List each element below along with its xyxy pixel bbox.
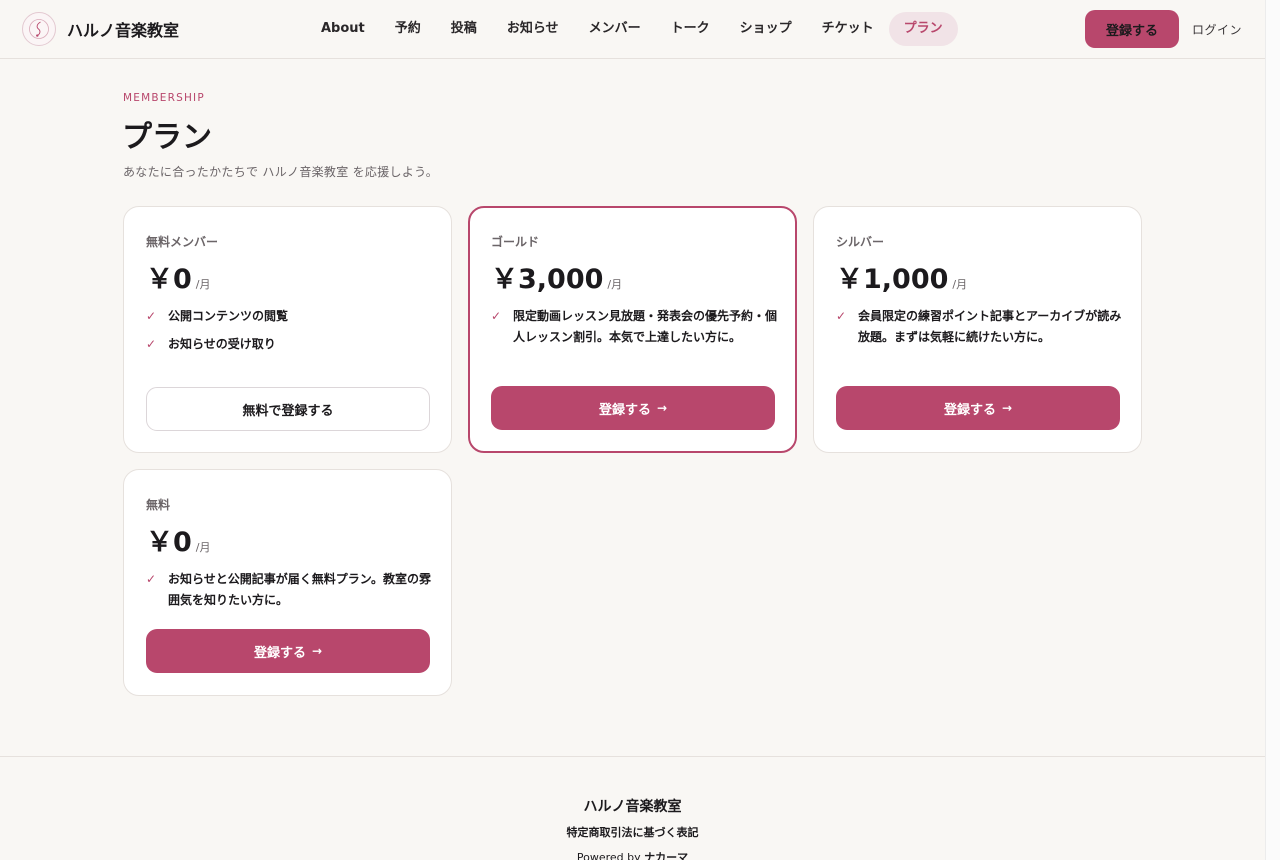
plan-price: ￥3,000 /月 (491, 257, 622, 296)
main-nav: About 予約 投稿 お知らせ メンバー トーク ショップ チケット プラン (306, 12, 958, 46)
plan-register-button[interactable]: 登録する → (146, 629, 430, 673)
nav-item-tickets[interactable]: チケット (807, 12, 889, 46)
brand-name: ハルノ音楽教室 (67, 21, 180, 40)
feature-item: ✓ 公開コンテンツの閲覧 (146, 306, 432, 327)
site-header: ハルノ音楽教室 About 予約 投稿 お知らせ メンバー トーク ショップ チ… (0, 0, 1265, 59)
page-title: プラン (122, 120, 212, 155)
plan-price: ￥0 /月 (146, 520, 211, 559)
plan-name: 無料 (146, 498, 171, 512)
price-amount: ￥1,000 (836, 264, 949, 295)
plan-register-button[interactable]: 無料で登録する (146, 387, 430, 431)
plan-register-button[interactable]: 登録する → (836, 386, 1120, 430)
feature-item: ✓ 限定動画レッスン見放題・発表会の優先予約・個人レッスン割引。本気で上達したい… (491, 306, 777, 348)
plan-price: ￥1,000 /月 (836, 257, 967, 296)
powered-by-brand[interactable]: ナカーマ (644, 851, 688, 860)
plan-card-gold: ゴールド ￥3,000 /月 ✓ 限定動画レッスン見放題・発表会の優先予約・個人… (468, 206, 797, 453)
brand[interactable]: ハルノ音楽教室 (22, 12, 179, 46)
feature-list: ✓ 限定動画レッスン見放題・発表会の優先予約・個人レッスン割引。本気で上達したい… (491, 306, 777, 355)
price-amount: ￥3,000 (491, 264, 604, 295)
legal-notice-link[interactable]: 特定商取引法に基づく表記 (0, 824, 1265, 840)
feature-text: お知らせと公開記事が届く無料プラン。教室の雰囲気を知りたい方に。 (168, 572, 432, 607)
feature-text: 会員限定の練習ポイント記事とアーカイブが読み放題。まずは気軽に続けたい方に。 (858, 309, 1122, 344)
arrow-right-icon: → (656, 401, 668, 415)
feature-list: ✓ 公開コンテンツの閲覧 ✓ お知らせの受け取り (146, 306, 432, 362)
feature-item: ✓ 会員限定の練習ポイント記事とアーカイブが読み放題。まずは気軽に続けたい方に。 (836, 306, 1122, 348)
nav-item-plans[interactable]: プラン (888, 12, 958, 46)
powered-by: Powered by ナカーマ (0, 849, 1265, 860)
site-footer: ハルノ音楽教室 特定商取引法に基づく表記 Powered by ナカーマ (0, 756, 1265, 860)
check-icon: ✓ (146, 572, 157, 586)
plan-card-free: 無料 ￥0 /月 ✓ お知らせと公開記事が届く無料プラン。教室の雰囲気を知りたい… (123, 469, 452, 696)
price-unit: /月 (195, 541, 211, 554)
feature-item: ✓ お知らせと公開記事が届く無料プラン。教室の雰囲気を知りたい方に。 (146, 569, 432, 611)
login-link[interactable]: ログイン (1192, 21, 1242, 38)
plan-register-button[interactable]: 登録する → (491, 386, 775, 430)
feature-text: 公開コンテンツの閲覧 (168, 309, 289, 323)
cta-label: 登録する (253, 645, 306, 661)
cta-label: 無料で登録する (242, 403, 334, 419)
arrow-right-icon: → (311, 644, 323, 658)
cta-label: 登録する (943, 402, 996, 418)
check-icon: ✓ (491, 309, 502, 323)
section-eyebrow: MEMBERSHIP (123, 92, 205, 104)
check-icon: ✓ (836, 309, 847, 323)
nav-item-news[interactable]: お知らせ (492, 12, 574, 46)
feature-item: ✓ お知らせの受け取り (146, 334, 432, 355)
price-unit: /月 (195, 278, 211, 291)
nav-item-talk[interactable]: トーク (656, 12, 725, 46)
page-scrollbar[interactable] (1265, 0, 1280, 860)
nav-item-members[interactable]: メンバー (574, 12, 656, 46)
check-icon: ✓ (146, 309, 157, 323)
price-unit: /月 (607, 278, 623, 291)
logo-icon (22, 12, 56, 46)
plan-card-silver: シルバー ￥1,000 /月 ✓ 会員限定の練習ポイント記事とアーカイブが読み放… (813, 206, 1142, 453)
nav-item-reservation[interactable]: 予約 (380, 12, 436, 46)
price-amount: ￥0 (146, 264, 192, 295)
page-subtitle: あなたに合ったかたちで ハルノ音楽教室 を応援しよう。 (123, 165, 439, 179)
nav-item-about[interactable]: About (306, 12, 380, 46)
price-amount: ￥0 (146, 527, 192, 558)
register-button[interactable]: 登録する (1085, 10, 1179, 48)
plan-name: 無料メンバー (146, 235, 219, 249)
plan-name: ゴールド (491, 235, 540, 249)
check-icon: ✓ (146, 337, 157, 351)
nav-item-posts[interactable]: 投稿 (436, 12, 492, 46)
feature-text: お知らせの受け取り (168, 337, 276, 351)
price-unit: /月 (952, 278, 968, 291)
arrow-right-icon: → (1001, 401, 1013, 415)
feature-list: ✓ お知らせと公開記事が届く無料プラン。教室の雰囲気を知りたい方に。 (146, 569, 432, 618)
feature-list: ✓ 会員限定の練習ポイント記事とアーカイブが読み放題。まずは気軽に続けたい方に。 (836, 306, 1122, 355)
plan-card-free-member: 無料メンバー ￥0 /月 ✓ 公開コンテンツの閲覧 ✓ お知らせの受け取り 無料… (123, 206, 452, 453)
powered-by-prefix: Powered by (576, 851, 641, 860)
plan-name: シルバー (836, 235, 885, 249)
plan-price: ￥0 /月 (146, 257, 211, 296)
footer-brand-name: ハルノ音楽教室 (583, 799, 682, 815)
cta-label: 登録する (598, 402, 651, 418)
feature-text: 限定動画レッスン見放題・発表会の優先予約・個人レッスン割引。本気で上達したい方に… (513, 309, 778, 344)
nav-item-shop[interactable]: ショップ (725, 12, 807, 46)
